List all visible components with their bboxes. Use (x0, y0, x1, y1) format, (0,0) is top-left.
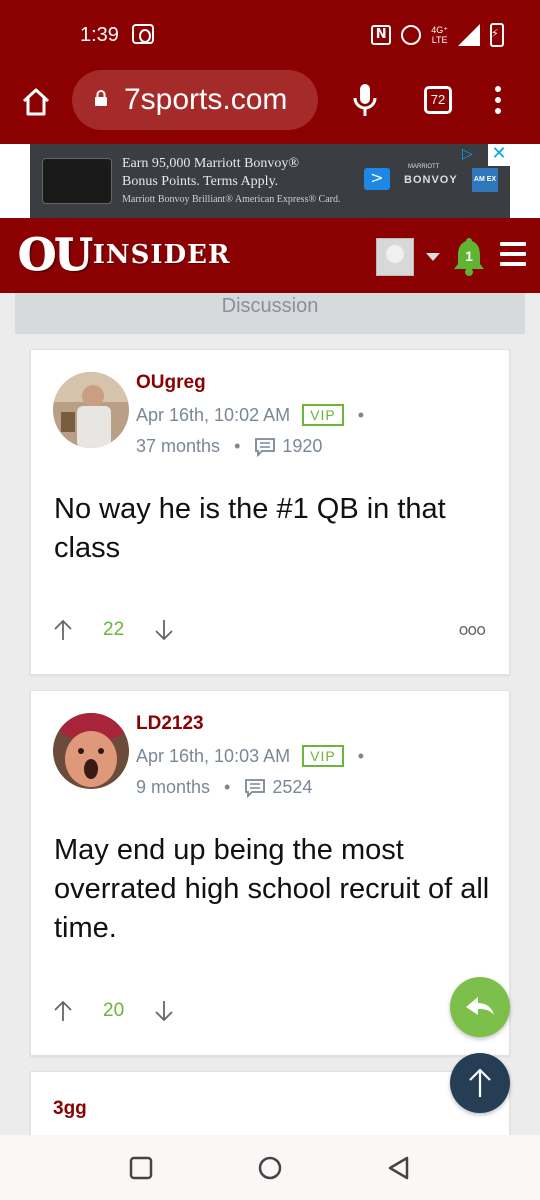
url-bar[interactable]: 7sports.com (72, 70, 318, 130)
status-bar: 1:39 N 4G⁺ LTE (0, 0, 540, 70)
logo-ou: OU (18, 229, 94, 281)
more-options-icon[interactable]: ooo (459, 620, 486, 639)
amex-logo: AM EX (472, 168, 498, 192)
home-icon[interactable] (20, 86, 52, 118)
section-title: Discussion (221, 295, 319, 317)
credit-card-image (42, 158, 112, 204)
scroll-top-button[interactable] (450, 1053, 510, 1113)
ad-line-3: Marriott Bonvoy Brilliant® American Expr… (122, 194, 341, 205)
username[interactable]: LD2123 (136, 713, 204, 735)
member-tenure: 9 months (136, 777, 211, 797)
notification-count: 1 (465, 248, 473, 264)
vote-count: 22 (103, 619, 125, 640)
username[interactable]: 3gg (53, 1098, 87, 1120)
menu-dots-icon[interactable] (494, 86, 502, 116)
ad-line-1: Earn 95,000 Marriott Bonvoy® (122, 156, 300, 171)
post-card: 3gg (30, 1071, 510, 1135)
post-count: 2524 (272, 777, 313, 797)
separator-dot: • (224, 777, 231, 797)
cast-icon (132, 24, 154, 44)
back-icon[interactable] (386, 1155, 412, 1181)
ad-close-icon[interactable]: ✕ (488, 144, 510, 166)
ad-container: Earn 95,000 Marriott Bonvoy® Bonus Point… (0, 144, 540, 218)
separator-dot: • (357, 404, 364, 425)
browser-toolbar: 7sports.com 72 (0, 70, 540, 144)
vote-row: 22 (53, 618, 174, 642)
member-tenure: 37 months (136, 436, 221, 456)
separator-dot: • (234, 436, 241, 456)
post-body: No way he is the #1 QB in that class (54, 493, 446, 564)
post-date: Apr 16th, 10:02 AM (136, 404, 291, 425)
post-meta: Apr 16th, 10:03 AM VIP • (136, 745, 364, 767)
alarm-icon (401, 25, 422, 45)
vote-row: 20 (53, 999, 174, 1023)
ad-brand-small: MARRIOTT (408, 164, 440, 170)
url-text: 7sports.com (124, 83, 288, 116)
ad-arrow-button[interactable]: > (364, 168, 390, 190)
vip-badge: VIP (302, 745, 344, 767)
status-time: 1:39 (80, 24, 119, 46)
section-header: Discussion (15, 293, 525, 334)
arrow-down-icon[interactable] (154, 999, 174, 1023)
home-nav-icon[interactable] (257, 1155, 283, 1181)
adchoices-icon[interactable]: ▷ (462, 146, 484, 166)
post-count: 1920 (282, 436, 323, 456)
post-stats: 37 months • 1920 (136, 436, 322, 457)
post-card: OUgreg Apr 16th, 10:02 AM VIP • 37 month… (30, 349, 510, 675)
reply-button[interactable] (450, 977, 510, 1037)
network-type: 4G⁺ LTE (431, 25, 448, 45)
comment-icon (245, 778, 266, 798)
lock-icon (95, 90, 107, 106)
tab-switcher-button[interactable]: 72 (424, 86, 452, 114)
avatar[interactable] (53, 372, 129, 448)
post-body: May end up being the most overrated high… (54, 834, 490, 944)
site-header: OU INSIDER 1 (0, 218, 540, 293)
reply-icon (466, 997, 494, 1015)
user-avatar[interactable] (376, 238, 414, 276)
network-label-top: 4G⁺ (431, 25, 448, 35)
post-meta: Apr 16th, 10:02 AM VIP • (136, 404, 364, 426)
comment-icon (255, 437, 276, 457)
network-label-bottom: LTE (431, 35, 448, 45)
hamburger-icon[interactable] (500, 242, 526, 266)
post-card: LD2123 Apr 16th, 10:03 AM VIP • 9 months… (30, 690, 510, 1056)
post-date: Apr 16th, 10:03 AM (136, 745, 291, 766)
chevron-down-icon[interactable] (426, 253, 440, 261)
logo-insider: INSIDER (92, 240, 231, 270)
nfc-icon: N (371, 25, 392, 45)
vip-badge: VIP (302, 404, 344, 426)
system-icons: N 4G⁺ LTE (371, 22, 504, 48)
system-nav-bar (0, 1135, 540, 1200)
mic-icon[interactable] (352, 82, 378, 118)
arrow-up-icon (469, 1068, 491, 1097)
arrow-up-icon[interactable] (53, 618, 73, 642)
battery-icon (490, 23, 504, 47)
ad-brand: BONVOY (404, 174, 458, 186)
ad-banner[interactable]: Earn 95,000 Marriott Bonvoy® Bonus Point… (30, 144, 510, 218)
avatar[interactable] (53, 713, 129, 789)
post-stats: 9 months • 2524 (136, 777, 312, 798)
username[interactable]: OUgreg (136, 372, 206, 394)
signal-icon (458, 24, 480, 46)
arrow-down-icon[interactable] (154, 618, 174, 642)
ad-line-2: Bonus Points. Terms Apply. (122, 174, 279, 189)
site-logo[interactable]: OU INSIDER (18, 229, 231, 281)
arrow-up-icon[interactable] (53, 999, 73, 1023)
vote-count: 20 (103, 1000, 125, 1021)
separator-dot: • (357, 745, 364, 766)
recents-icon[interactable] (128, 1155, 154, 1181)
